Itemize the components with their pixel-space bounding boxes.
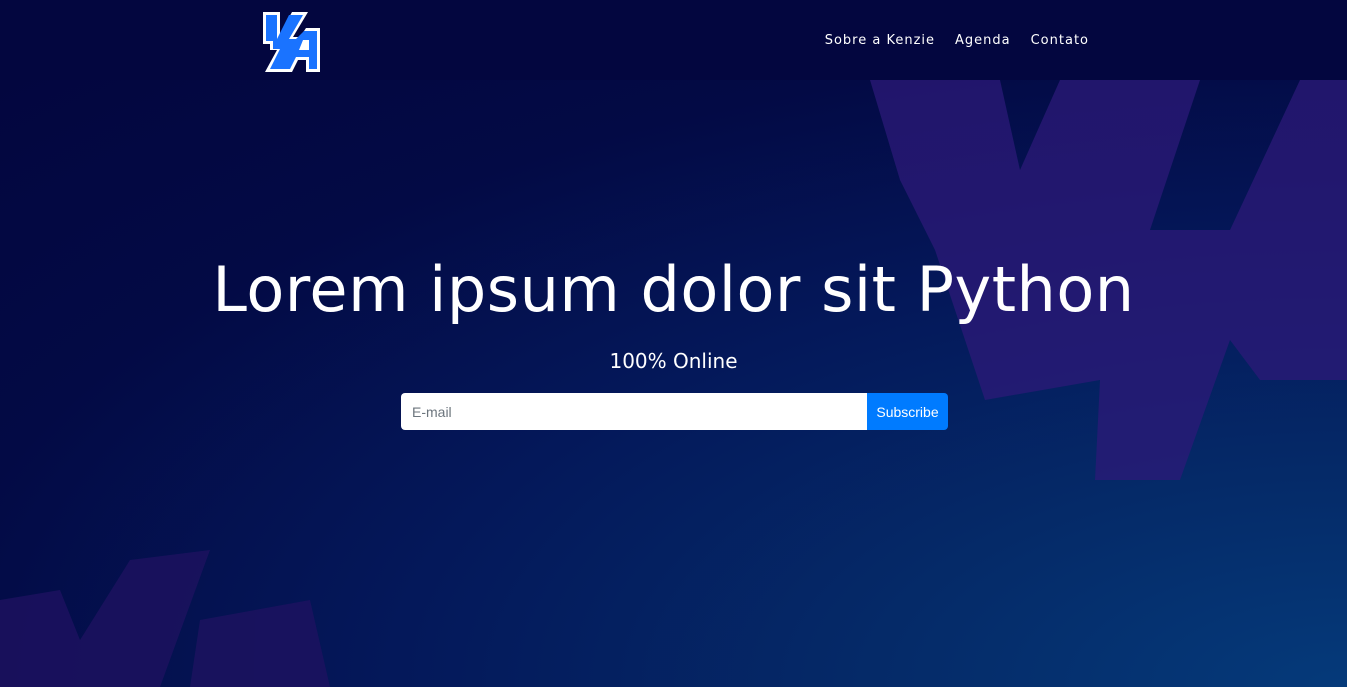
hero-subtitle: 100% Online <box>609 349 738 373</box>
subscribe-form: Subscribe <box>401 393 948 430</box>
email-input[interactable] <box>401 393 867 430</box>
main-nav: Sobre a Kenzie Agenda Contato <box>825 33 1089 48</box>
nav-link-agenda[interactable]: Agenda <box>955 33 1011 48</box>
kenzie-logo[interactable] <box>260 10 322 76</box>
site-header: Sobre a Kenzie Agenda Contato <box>0 0 1347 80</box>
subscribe-button[interactable]: Subscribe <box>867 393 948 430</box>
background-logo-watermark <box>0 80 1347 687</box>
nav-link-sobre[interactable]: Sobre a Kenzie <box>825 33 935 48</box>
nav-link-contato[interactable]: Contato <box>1031 33 1089 48</box>
hero-title: Lorem ipsum dolor sit Python <box>212 253 1135 326</box>
hero-section: Lorem ipsum dolor sit Python 100% Online… <box>0 80 1347 687</box>
